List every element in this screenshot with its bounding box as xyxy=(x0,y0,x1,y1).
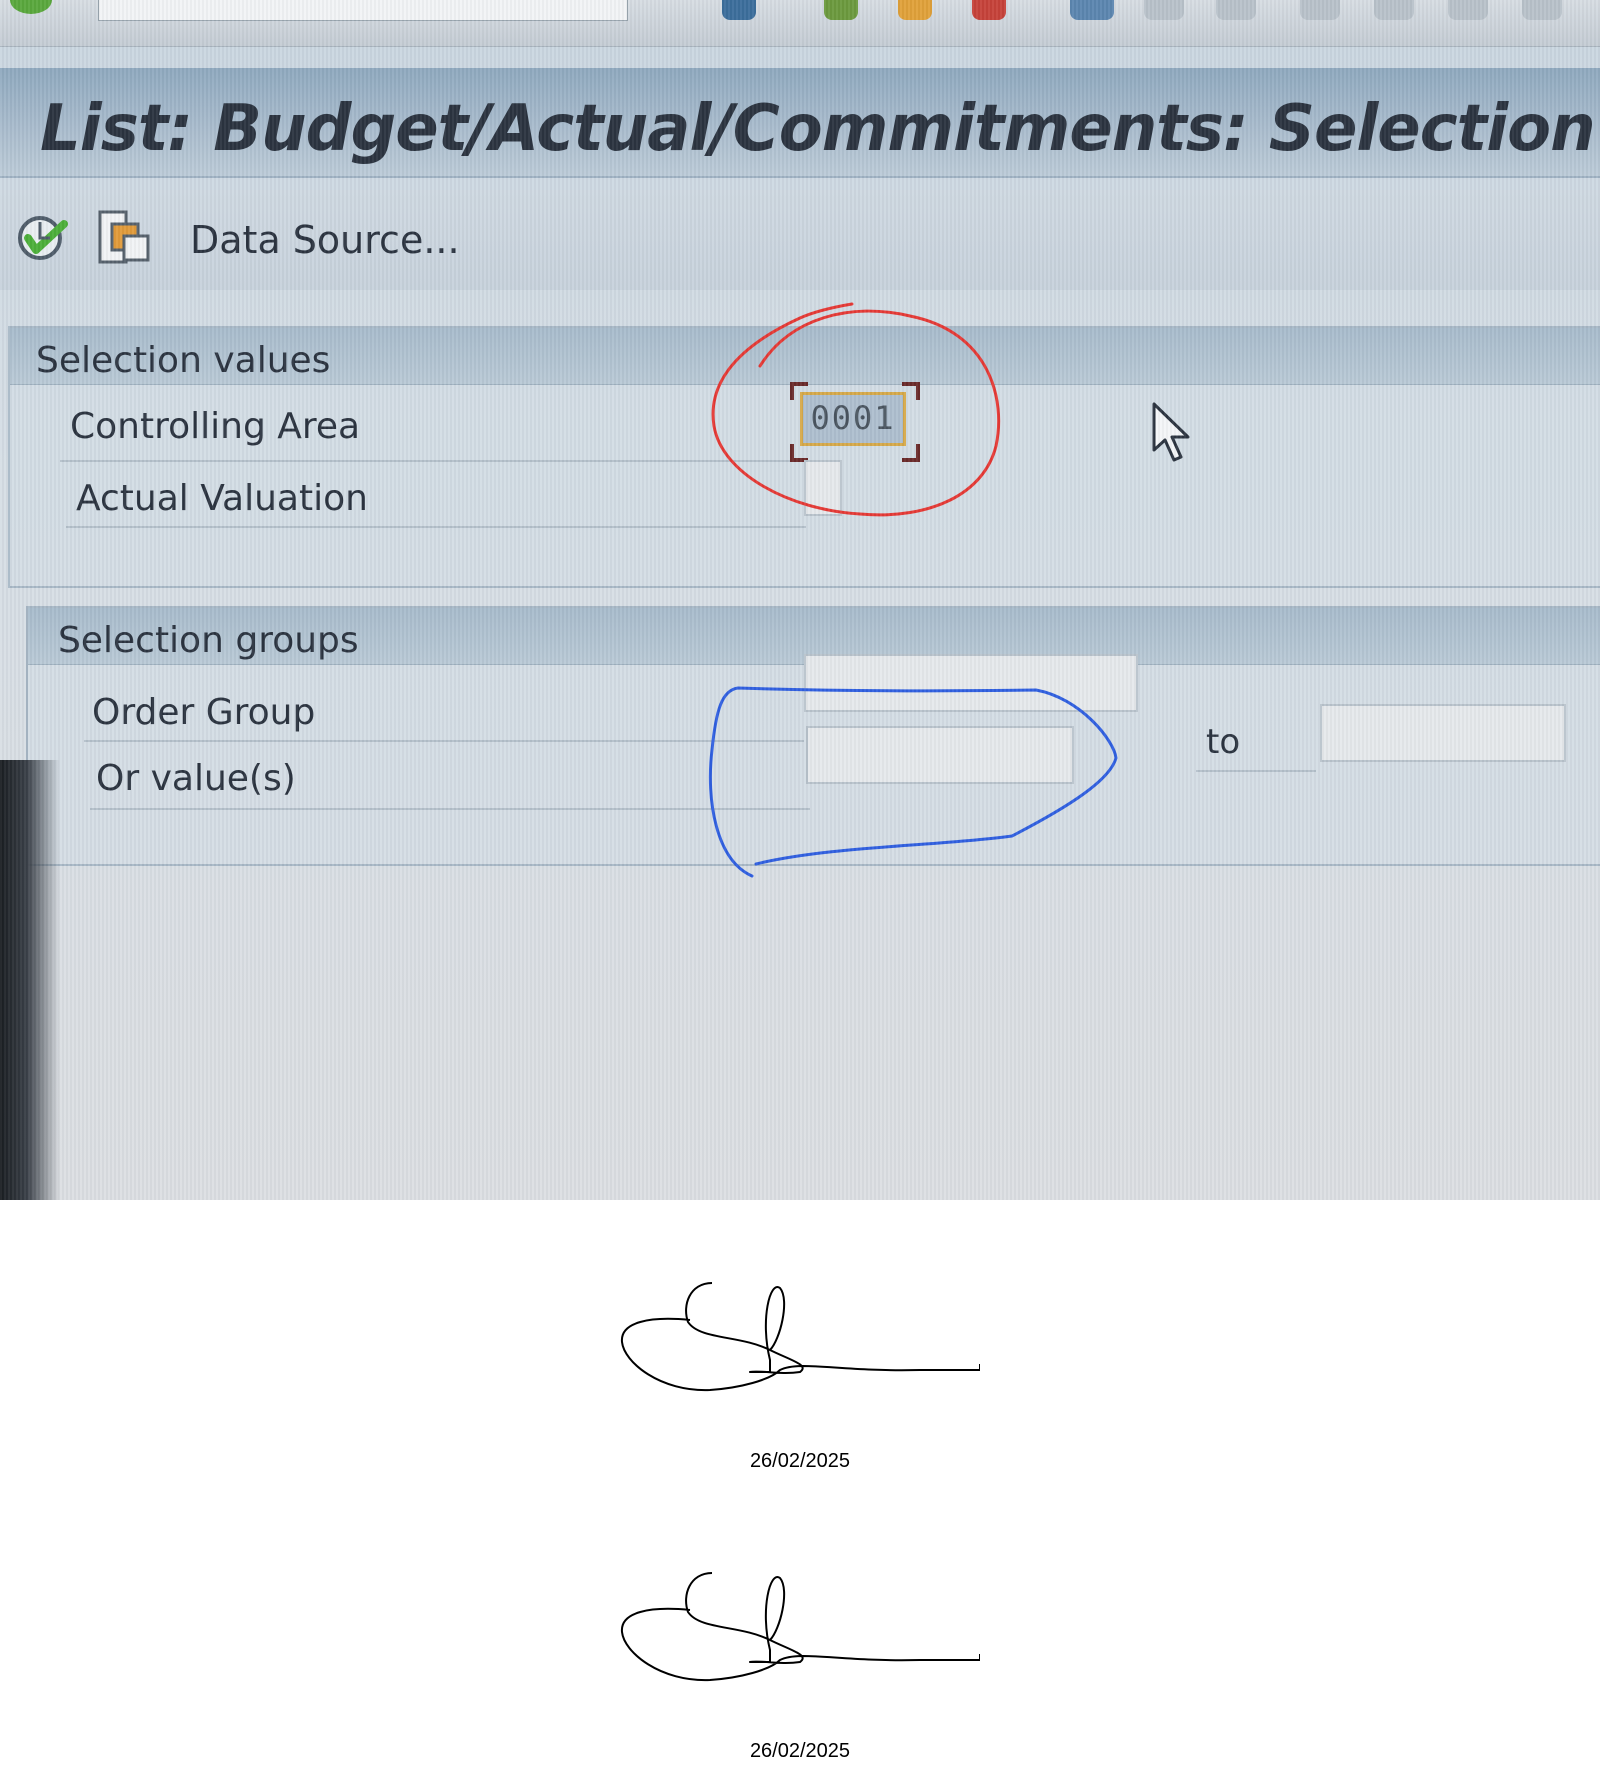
divider xyxy=(84,740,804,742)
previous-page-icon[interactable] xyxy=(1374,0,1414,20)
actual-valuation-checkbox[interactable] xyxy=(804,460,842,516)
controlling-area-input[interactable]: 0001 xyxy=(800,392,906,446)
to-label: to xyxy=(1206,722,1241,762)
enter-icon[interactable] xyxy=(10,0,52,14)
find-next-icon[interactable] xyxy=(1216,0,1256,20)
exit-icon[interactable] xyxy=(898,0,932,20)
order-group-input[interactable] xyxy=(804,654,1138,712)
order-value-to-input[interactable] xyxy=(1320,704,1566,762)
divider xyxy=(1196,770,1316,772)
divider xyxy=(66,526,806,528)
signature-date: 26/02/2025 xyxy=(749,1450,851,1472)
divider xyxy=(60,460,790,462)
actual-valuation-label: Actual Valuation xyxy=(76,478,368,519)
signature-image xyxy=(620,1282,980,1392)
cancel-icon[interactable] xyxy=(972,0,1006,20)
focus-corner xyxy=(902,382,920,400)
back-icon[interactable] xyxy=(824,0,858,20)
next-page-icon[interactable] xyxy=(1448,0,1488,20)
first-page-icon[interactable] xyxy=(1300,0,1340,20)
last-page-icon[interactable] xyxy=(1522,0,1562,20)
signature-date: 26/02/2025 xyxy=(749,1740,851,1762)
controlling-area-label: Controlling Area xyxy=(70,406,361,447)
divider xyxy=(90,808,810,810)
application-toolbar: Data Source... xyxy=(0,190,1600,290)
or-values-label: Or value(s) xyxy=(96,758,296,799)
get-variant-icon[interactable] xyxy=(94,208,158,272)
command-field[interactable] xyxy=(98,0,628,21)
execute-icon[interactable] xyxy=(14,208,74,272)
selection-values-title: Selection values xyxy=(36,340,331,381)
order-group-label: Order Group xyxy=(92,692,316,733)
find-icon[interactable] xyxy=(1144,0,1184,20)
system-toolbar xyxy=(0,0,1600,47)
signature-image xyxy=(620,1572,980,1682)
monitor-bezel-edge xyxy=(0,760,60,1200)
data-source-button[interactable]: Data Source... xyxy=(190,218,460,262)
save-icon[interactable] xyxy=(722,0,756,20)
mouse-cursor-icon xyxy=(1152,402,1190,462)
print-icon[interactable] xyxy=(1070,0,1114,20)
screen-photo: List: Budget/Actual/Commitments: Selecti… xyxy=(0,0,1600,1200)
focus-corner xyxy=(902,444,920,462)
page-title: List: Budget/Actual/Commitments: Selecti… xyxy=(40,92,1596,166)
annotation-layer xyxy=(708,302,1118,878)
focus-corner xyxy=(790,382,808,400)
order-value-from-input[interactable] xyxy=(806,726,1074,784)
selection-groups-title: Selection groups xyxy=(58,620,359,661)
selection-values-header: Selection values xyxy=(10,328,1600,385)
title-bar: List: Budget/Actual/Commitments: Selecti… xyxy=(0,68,1600,178)
